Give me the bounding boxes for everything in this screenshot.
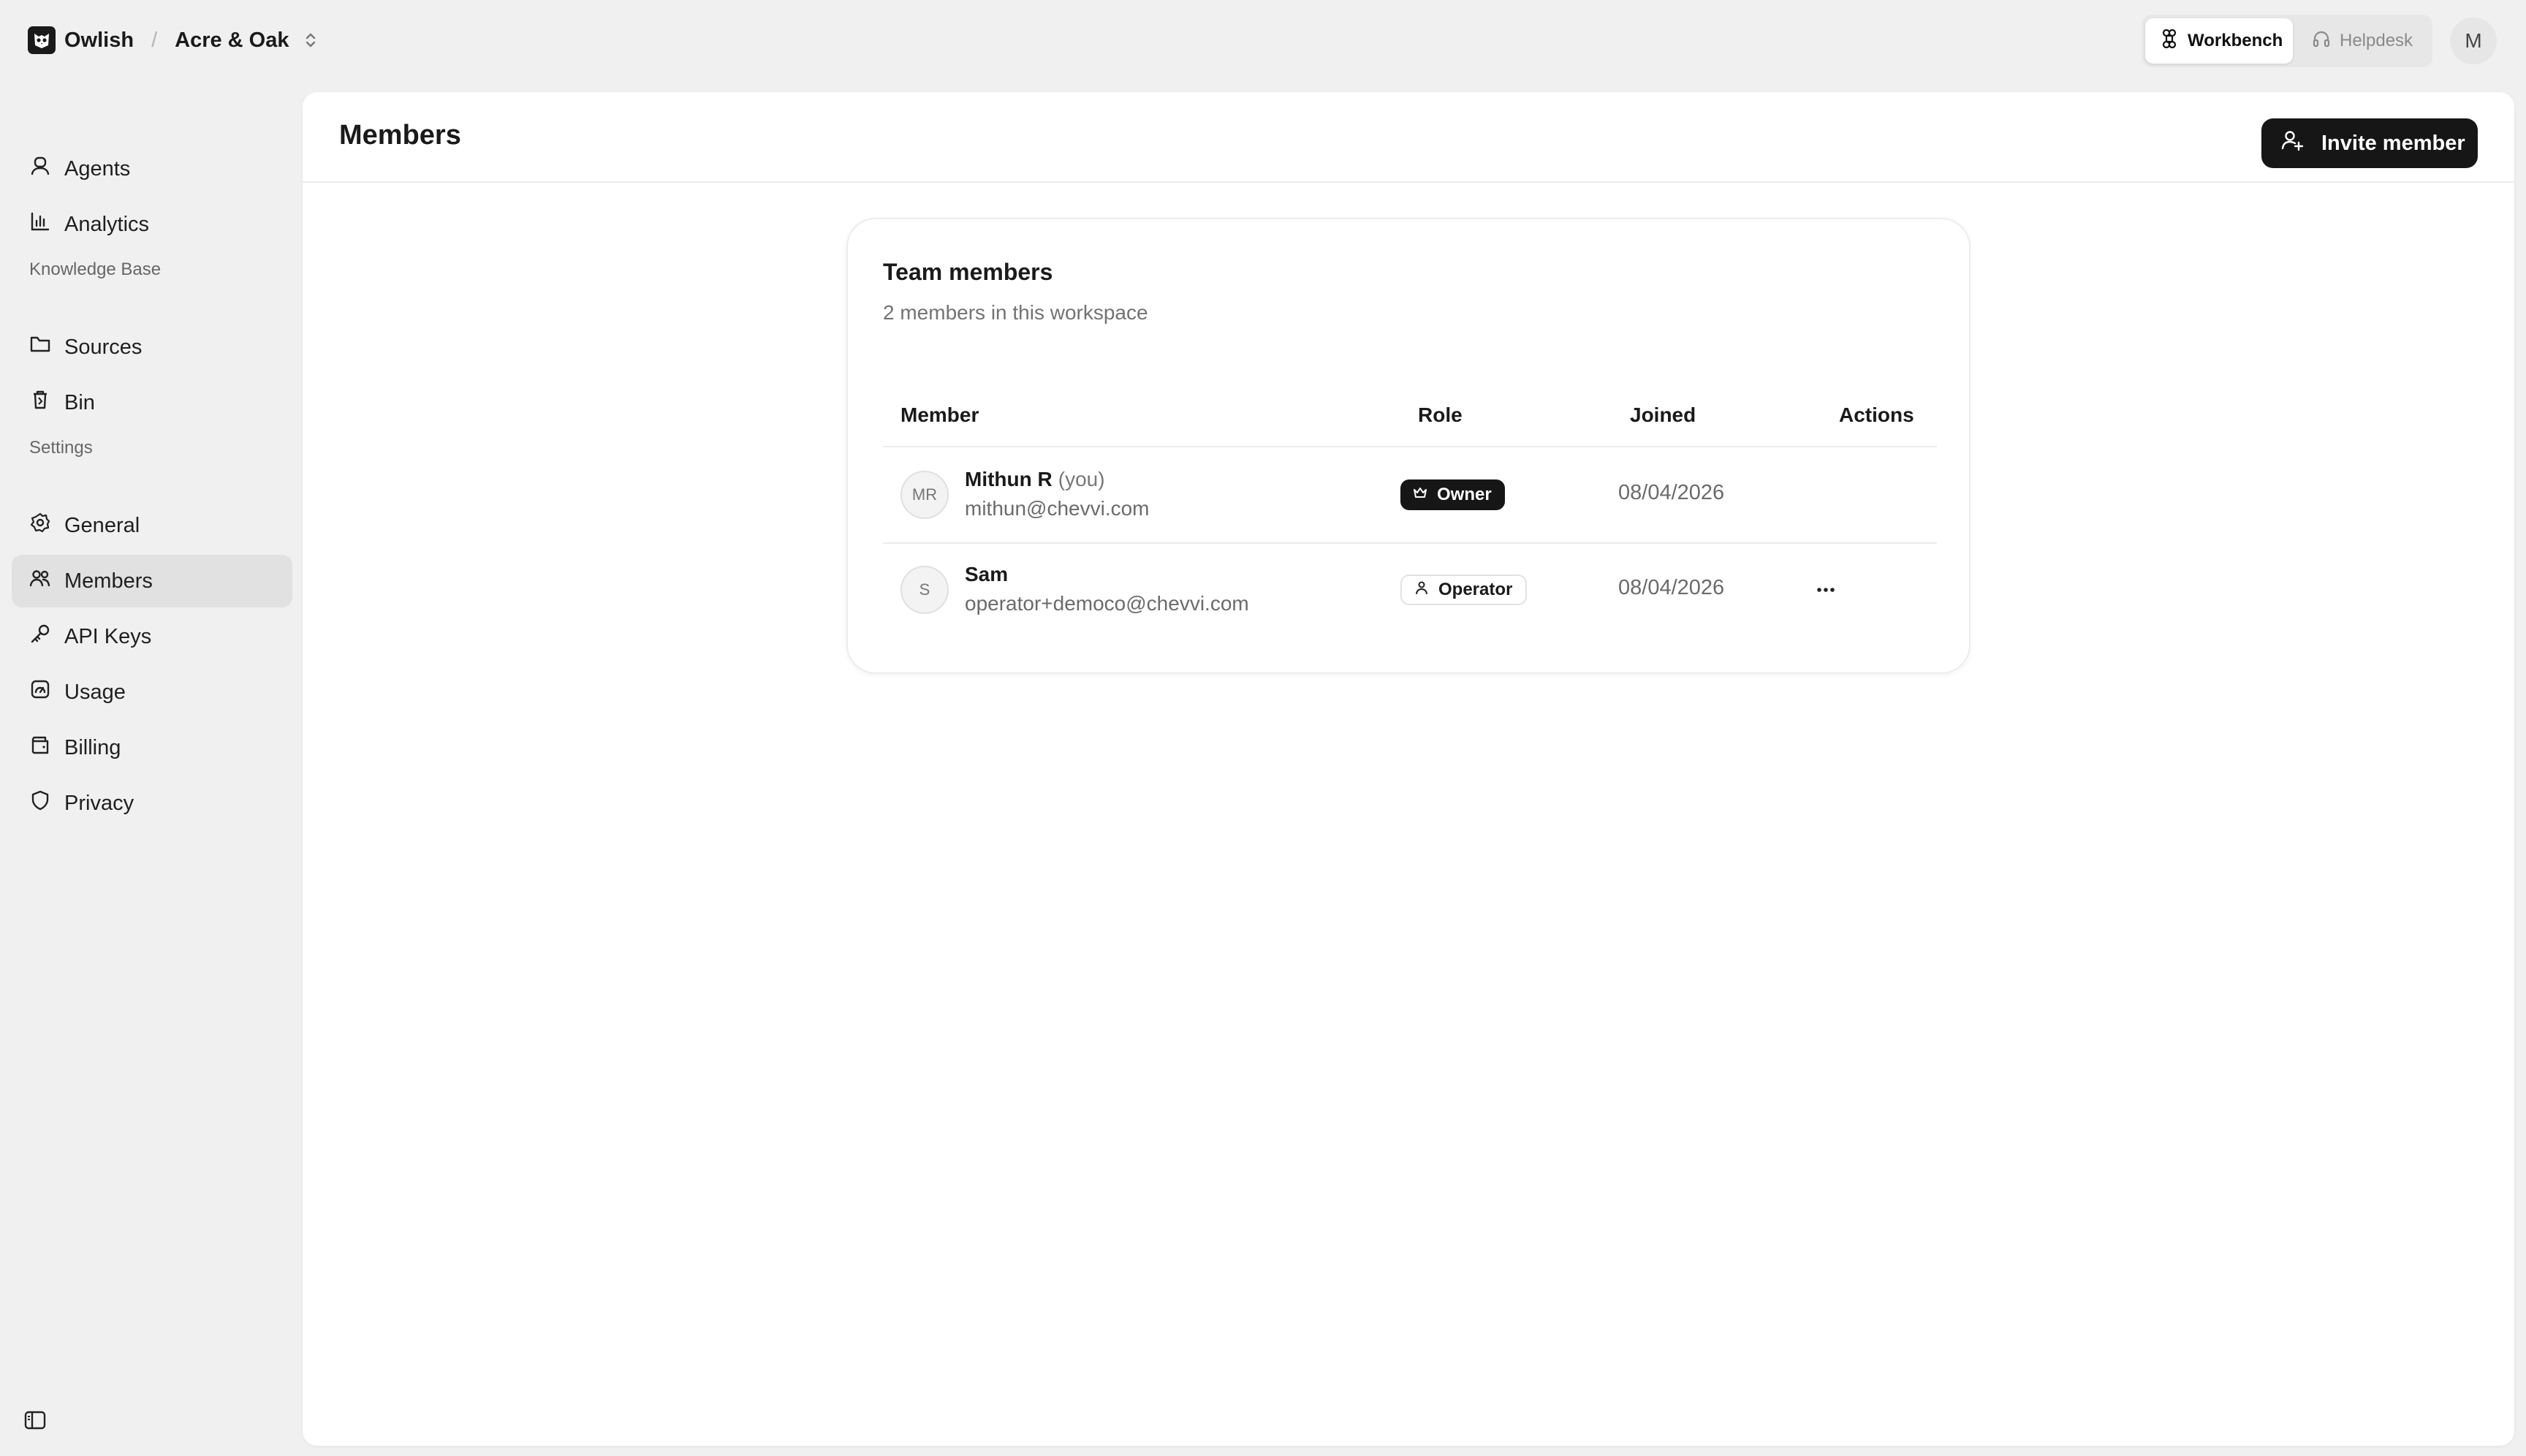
sidebar-toggle-icon[interactable] <box>23 1409 47 1435</box>
card-subtitle: 2 members in this workspace <box>883 301 1148 324</box>
joined-date: 08/04/2026 <box>1618 481 1725 504</box>
sidebar-item-label: Usage <box>64 680 126 704</box>
main-panel: Members Invite member Team members 2 mem… <box>303 92 2514 1446</box>
member-name-line: Sam <box>965 563 1008 586</box>
owl-logo-icon[interactable] <box>28 26 56 54</box>
brand: Owlish / Acre & Oak <box>28 26 317 54</box>
breadcrumb-separator: / <box>151 28 158 52</box>
avatar: MR <box>900 471 949 519</box>
member-name: Sam <box>965 563 1009 585</box>
sidebar-item-usage[interactable]: Usage <box>12 666 292 718</box>
mode-workbench-label: Workbench <box>2188 31 2283 50</box>
table-row: MR Mithun R (you) mithun@chevvi.com Owner… <box>883 447 1937 542</box>
command-icon <box>2160 29 2179 53</box>
more-actions-button[interactable] <box>1805 570 1846 611</box>
sidebar-item-label: API Keys <box>64 624 152 648</box>
workspace-name[interactable]: Acre & Oak <box>175 29 289 53</box>
headphones-icon <box>2312 29 2331 53</box>
wallet-icon <box>29 734 51 762</box>
user-icon <box>1414 580 1430 601</box>
users-icon <box>29 567 51 595</box>
sidebar-item-label: Analytics <box>64 212 150 236</box>
sidebar-item-label: Privacy <box>64 791 134 815</box>
agent-icon <box>29 155 51 183</box>
avatar: S <box>900 566 949 614</box>
sidebar-item-label: General <box>64 513 140 537</box>
table-row: S Sam operator+democo@chevvi.com Operato… <box>883 544 1937 639</box>
page-header: Members Invite member <box>303 92 2514 183</box>
user-avatar[interactable]: M <box>2450 18 2497 64</box>
you-tag: (you) <box>1058 468 1105 490</box>
mode-workbench-button[interactable]: Workbench <box>2145 18 2293 64</box>
column-header-role: Role <box>1418 403 1463 426</box>
column-header-member: Member <box>900 403 979 426</box>
sidebar-item-label: Billing <box>64 735 121 759</box>
trash-icon <box>29 389 51 417</box>
role-label: Owner <box>1437 485 1492 504</box>
invite-member-button[interactable]: Invite member <box>2261 118 2478 168</box>
page-title: Members <box>339 120 461 151</box>
column-header-actions: Actions <box>1839 403 1914 426</box>
sidebar-item-agents[interactable]: Agents <box>12 143 292 195</box>
more-horizontal-icon <box>1816 584 1836 597</box>
user-plus-icon <box>2280 129 2304 158</box>
member-name-line: Mithun R (you) <box>965 468 1105 491</box>
sidebar: Agents Analytics Knowledge Base Sources … <box>0 82 303 1456</box>
shield-icon <box>29 789 51 817</box>
sidebar-item-billing[interactable]: Billing <box>12 721 292 774</box>
sidebar-item-label: Agents <box>64 156 131 181</box>
sidebar-item-analytics[interactable]: Analytics <box>12 198 292 251</box>
card-title: Team members <box>883 259 1053 285</box>
role-badge-operator[interactable]: Operator <box>1400 575 1528 605</box>
sidebar-item-label: Bin <box>64 390 95 414</box>
sidebar-item-bin[interactable]: Bin <box>12 376 292 429</box>
gear-icon <box>29 512 51 539</box>
top-bar: Owlish / Acre & Oak Workbench Helpdesk M <box>0 0 2526 82</box>
team-members-card: Team members 2 members in this workspace… <box>846 218 1971 674</box>
folder-icon <box>29 333 51 361</box>
sidebar-item-privacy[interactable]: Privacy <box>12 777 292 830</box>
sidebar-item-api-keys[interactable]: API Keys <box>12 610 292 663</box>
role-label: Operator <box>1438 580 1513 599</box>
sidebar-item-general[interactable]: General <box>12 499 292 552</box>
gauge-icon <box>29 678 51 706</box>
member-email: mithun@chevvi.com <box>965 497 1150 520</box>
sidebar-item-label: Members <box>64 569 153 593</box>
section-label-knowledge-base: Knowledge Base <box>29 259 162 279</box>
mode-helpdesk-label: Helpdesk <box>2340 31 2413 50</box>
sidebar-item-label: Sources <box>64 335 143 359</box>
sidebar-item-sources[interactable]: Sources <box>12 321 292 374</box>
column-header-joined: Joined <box>1630 403 1696 426</box>
chevrons-up-down-icon[interactable] <box>304 31 317 50</box>
sidebar-item-members[interactable]: Members <box>12 555 292 607</box>
mode-helpdesk-button[interactable]: Helpdesk <box>2297 18 2427 64</box>
mode-toggle: Workbench Helpdesk <box>2142 15 2432 67</box>
section-label-settings: Settings <box>29 438 93 458</box>
invite-member-label: Invite member <box>2321 131 2465 155</box>
member-name: Mithun R <box>965 468 1052 490</box>
crown-icon <box>1412 485 1428 506</box>
key-icon <box>29 623 51 651</box>
bar-chart-icon <box>29 211 51 238</box>
member-email: operator+democo@chevvi.com <box>965 592 1249 615</box>
joined-date: 08/04/2026 <box>1618 576 1725 599</box>
brand-name: Owlish <box>64 28 134 52</box>
role-badge-owner: Owner <box>1400 479 1505 510</box>
